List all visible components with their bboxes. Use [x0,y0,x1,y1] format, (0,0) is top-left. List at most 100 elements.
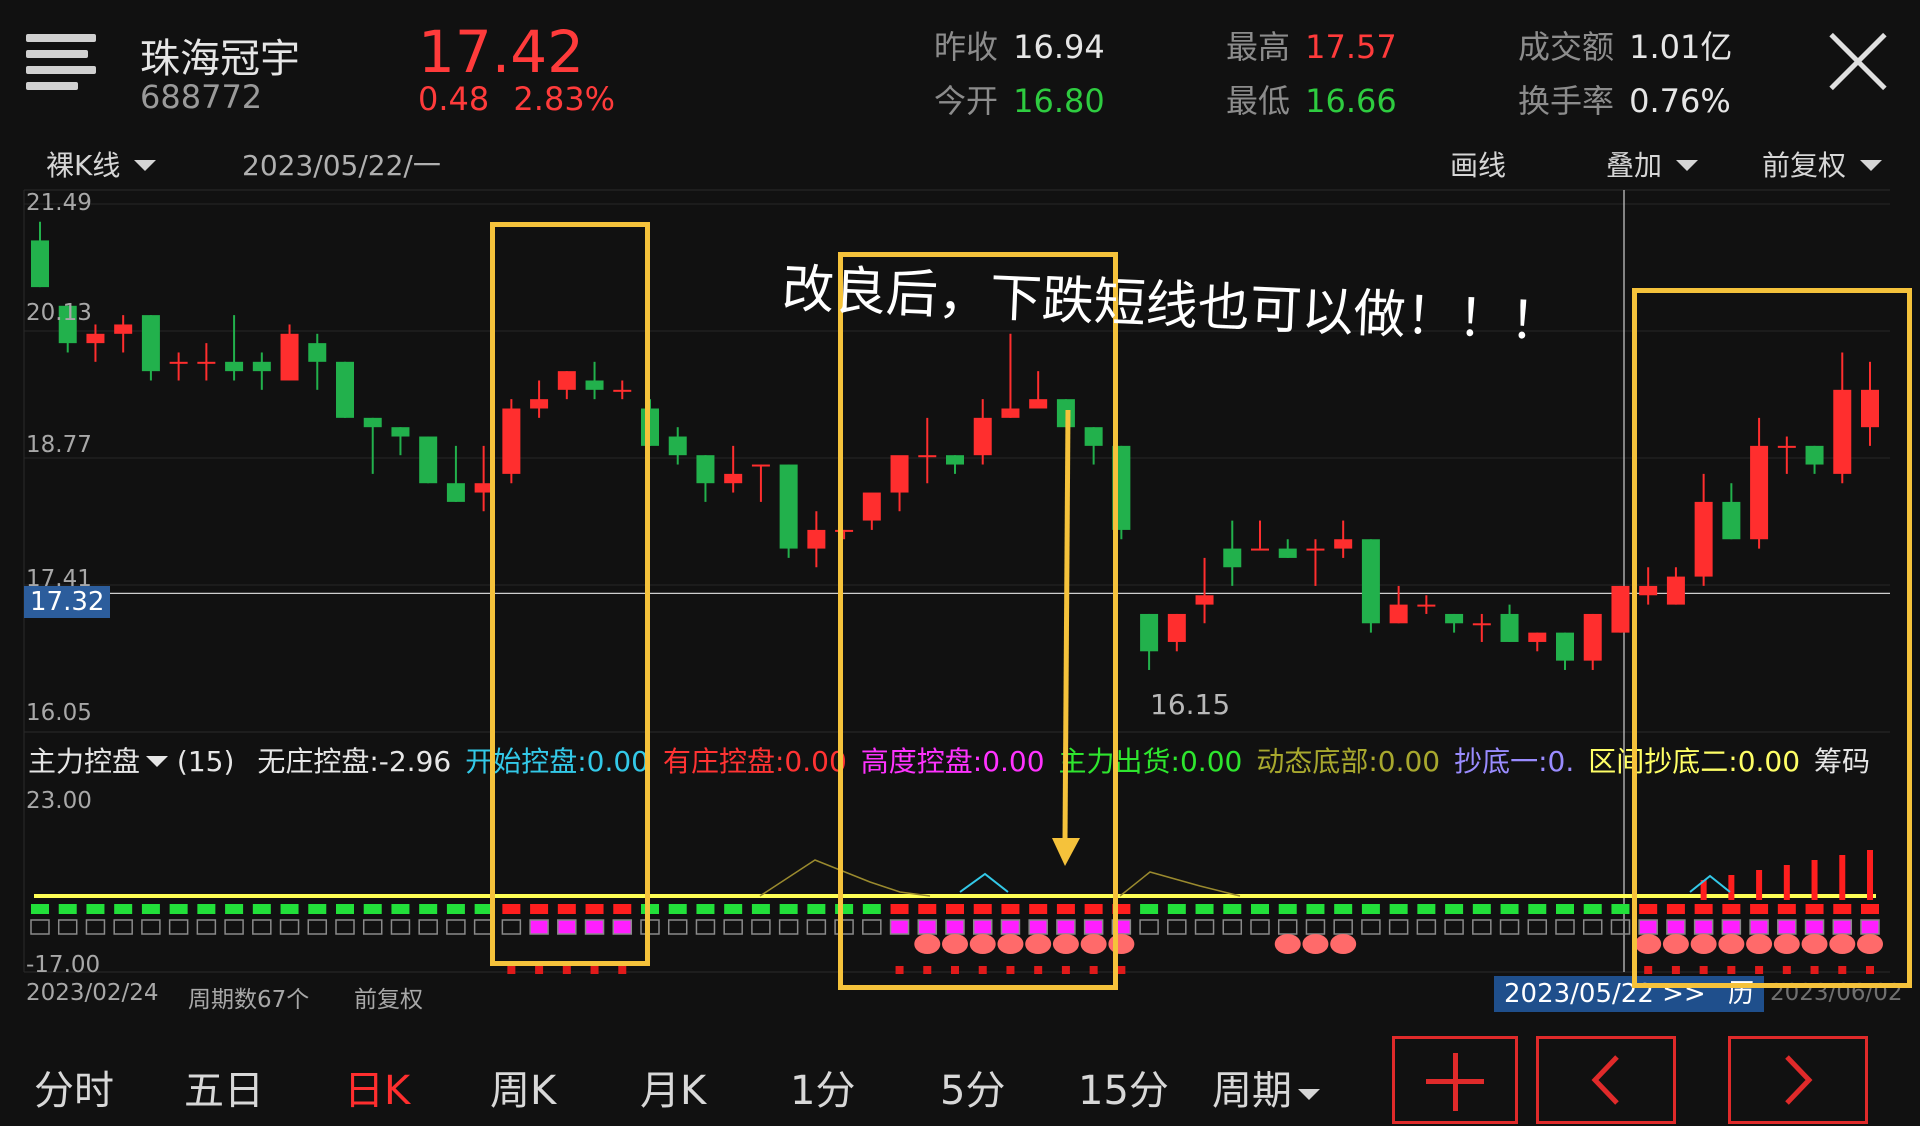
indicator-bar [252,904,271,914]
candle-body [1389,604,1408,624]
indicator-cell [667,919,688,935]
candle-body [391,427,410,437]
indicator-dot [507,966,516,974]
candle-body [1583,613,1602,661]
indicator-cell [1333,919,1353,935]
indicator-cell [1139,919,1159,935]
candle-body [668,436,687,456]
low-price-marker: 16.15 [1150,688,1231,721]
candle-body [1334,539,1353,549]
indicator-cell [1472,919,1492,935]
indicator-bar [1223,904,1242,914]
indicator-bar [1278,904,1297,914]
indicator-bar [1472,904,1491,914]
tab-2[interactable]: 日K [344,1058,410,1116]
indicator-cell [1305,919,1326,935]
indicator-cell [1222,919,1243,935]
indicator-bar [1361,904,1380,914]
next-button[interactable] [1728,1036,1868,1124]
bubble-marker [1302,934,1329,954]
indicator-cell [1555,919,1575,935]
indicator-cell [1582,919,1603,935]
tab-8[interactable]: 周期 [1212,1058,1320,1116]
indicator-cell [1361,919,1381,935]
crosshair-price-label: 17.32 [24,586,111,618]
indicator-cell [85,919,106,935]
tab-3[interactable]: 周K [490,1058,556,1116]
indicator-max-tick: 23.00 [26,788,92,814]
indicator-bar [1306,904,1325,914]
indicator-bar [446,904,465,914]
indicator-cell [418,919,438,935]
indicator-dot [1117,966,1126,974]
candle-body [1528,632,1547,642]
indicator-bar [779,904,798,914]
indicator-cell [335,919,355,935]
indicator-cell [307,919,328,935]
price-tick: 20.13 [26,300,92,326]
price-tick: 16.05 [26,700,92,726]
prev-button[interactable] [1536,1036,1676,1124]
indicator-bar [336,904,354,914]
indicator-cell [1277,919,1298,935]
tab-5[interactable]: 1分 [790,1058,855,1116]
candle-body [696,455,715,484]
indicator-bar [308,904,327,914]
indicator-bar [363,904,382,914]
indicator-bar [1556,904,1574,914]
candle-body [751,464,770,467]
indicator-cell [1499,919,1520,935]
indicator-bar [114,904,133,914]
candle-body [1611,585,1630,633]
candle-body [1195,595,1214,605]
indicator-cell [1444,919,1464,935]
candle-body [114,324,133,334]
indicator-item: 动态底部:0.00 [1256,745,1441,778]
tab-1[interactable]: 五日 [184,1058,264,1116]
add-button[interactable] [1392,1036,1518,1124]
indicator-item: 无庄控盘:-2.96 [257,745,452,778]
candle-body [252,361,271,372]
indicator-cell [168,919,189,935]
candle-body [1306,548,1325,551]
indicator-cell [751,919,771,935]
indicator-dot [590,966,599,974]
indicator-bar [1251,904,1269,914]
indicator-cell [252,919,272,935]
candle-body [1167,613,1186,642]
indicator-dot [618,966,627,974]
candle-body [807,529,826,549]
indicator-bar [169,904,188,914]
indicator-bar [1445,904,1464,914]
annotation-box [1632,288,1912,988]
indicator-cell [695,919,716,935]
indicator-dot [562,966,571,974]
indicator-selector[interactable]: 主力控盘 [28,745,169,778]
tab-4[interactable]: 月K [640,1058,706,1116]
tab-0[interactable]: 分时 [34,1058,114,1116]
candle-body [225,361,244,372]
candle-body [1251,548,1269,551]
indicator-cell [1167,919,1187,935]
adjust-label: 前复权 [354,987,423,1013]
bubble-marker [1274,934,1301,954]
indicator-cell [113,919,133,935]
candle-body [1500,613,1519,642]
candle-body [1472,623,1491,626]
indicator-cell [57,919,78,935]
indicator-cell [723,919,743,935]
indicator-bar [141,904,160,914]
candle-body [31,240,49,288]
tab-6[interactable]: 5分 [940,1058,1005,1116]
indicator-bar [668,904,687,914]
indicator-bar [1389,904,1408,914]
indicator-bar [1500,904,1519,914]
candle-body [1140,613,1159,652]
indicator-cell [1416,919,1437,935]
tab-7[interactable]: 15分 [1078,1058,1169,1116]
indicator-cell [1250,919,1270,935]
chevron-down-icon [146,756,169,767]
candle-body [419,436,438,484]
candle-body [724,473,743,484]
indicator-bar [225,904,244,914]
